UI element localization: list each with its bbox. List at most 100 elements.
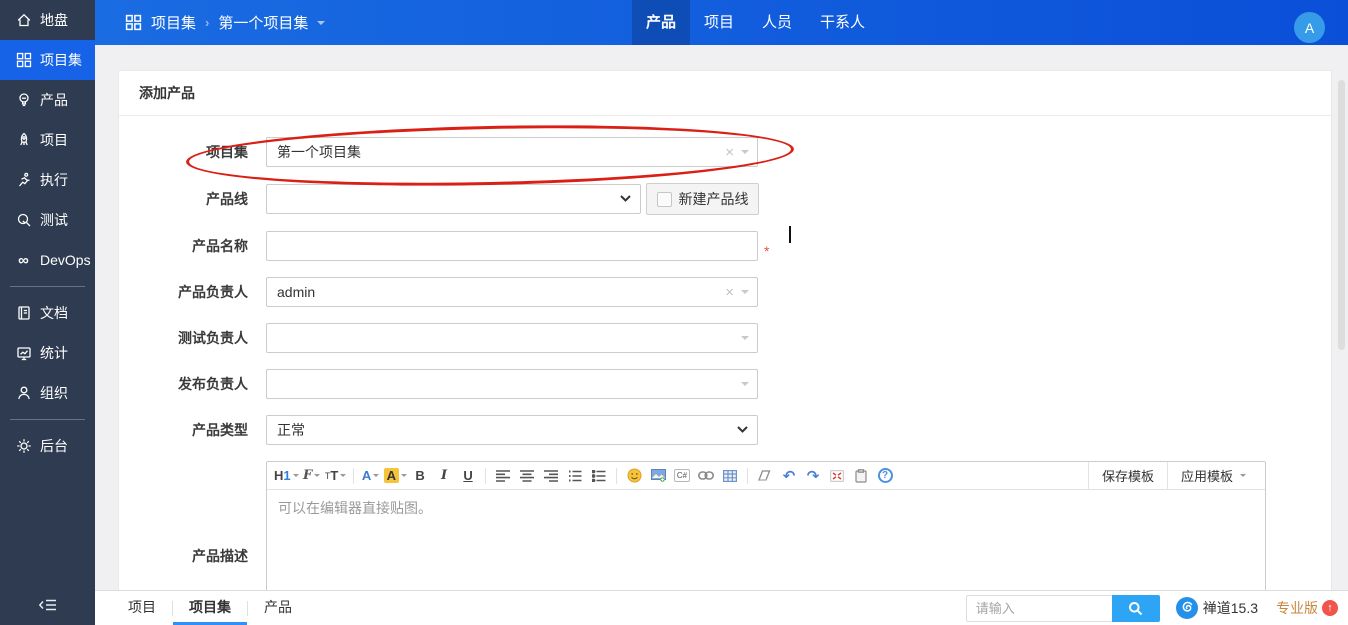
tab-product[interactable]: 产品 xyxy=(632,0,690,45)
chevron-down-icon[interactable] xyxy=(741,382,749,390)
sidebar-item-org[interactable]: 组织 xyxy=(0,373,95,413)
sidebar-item-project[interactable]: 项目 xyxy=(0,120,95,160)
chevron-down-icon[interactable] xyxy=(741,290,749,298)
apply-template-button[interactable]: 应用模板 xyxy=(1167,462,1259,490)
editor-content[interactable]: 可以在编辑器直接贴图。 xyxy=(267,490,1265,590)
insert-code-icon[interactable]: C# xyxy=(671,465,693,487)
sidebar-item-devops[interactable]: ∞ DevOps xyxy=(0,240,95,280)
footer-tab-project[interactable]: 项目 xyxy=(112,591,172,625)
remove-format-icon[interactable] xyxy=(754,465,776,487)
chevron-down-icon xyxy=(401,474,407,480)
chevron-down-icon[interactable] xyxy=(317,21,325,29)
sidebar-item-label: 统计 xyxy=(40,343,68,363)
emoji-icon[interactable] xyxy=(623,465,645,487)
sidebar-item-report[interactable]: 统计 xyxy=(0,333,95,373)
help-icon[interactable]: ? xyxy=(874,465,896,487)
undo-icon[interactable]: ↶ xyxy=(778,465,800,487)
sidebar: 地盘 项目集 产品 项目 执行 测试 ∞ DevOps xyxy=(0,0,95,625)
paste-icon[interactable] xyxy=(850,465,872,487)
insert-table-icon[interactable] xyxy=(719,465,741,487)
po-picker[interactable]: admin × xyxy=(266,277,758,307)
product-type-value: 正常 xyxy=(277,420,305,440)
align-center-icon[interactable] xyxy=(516,465,538,487)
product-type-select[interactable]: 正常 xyxy=(266,415,758,445)
clear-icon[interactable]: × xyxy=(725,145,734,160)
infinity-icon: ∞ xyxy=(15,252,32,269)
form-row-qd: 测试负责人 xyxy=(119,323,1331,353)
field-label: 产品名称 xyxy=(119,236,266,256)
breadcrumb: 项目集 › 第一个项目集 xyxy=(125,0,325,45)
chevron-down-icon[interactable] xyxy=(741,150,749,158)
toolbar-separator xyxy=(616,468,617,484)
form-row-desc: 产品描述 H1 F TT A A B I U xyxy=(119,461,1331,591)
chevron-down-icon[interactable] xyxy=(741,336,749,344)
book-icon xyxy=(15,305,32,322)
sidebar-item-admin[interactable]: 后台 xyxy=(0,426,95,466)
product-name-input[interactable] xyxy=(266,231,758,261)
form-row-program: 项目集 第一个项目集 × xyxy=(119,137,1331,167)
sidebar-item-doc[interactable]: 文档 xyxy=(0,293,95,333)
gear-icon xyxy=(15,438,32,455)
sidebar-collapse-button[interactable] xyxy=(0,591,95,619)
tab-stakeholder[interactable]: 干系人 xyxy=(806,0,879,45)
redo-icon[interactable]: ↷ xyxy=(802,465,824,487)
unordered-list-icon[interactable] xyxy=(588,465,610,487)
sidebar-item-program[interactable]: 项目集 xyxy=(0,40,95,80)
sidebar-item-dashboard[interactable]: 地盘 xyxy=(0,0,95,40)
brand[interactable]: 禅道15.3 xyxy=(1176,597,1258,619)
required-asterisk: * xyxy=(764,243,769,259)
sidebar-item-product[interactable]: 产品 xyxy=(0,80,95,120)
program-picker[interactable]: 第一个项目集 × xyxy=(266,137,758,167)
align-right-icon[interactable] xyxy=(540,465,562,487)
font-size-button[interactable]: TT xyxy=(325,465,347,487)
chevron-down-icon xyxy=(340,474,346,480)
ordered-list-icon[interactable] xyxy=(564,465,586,487)
font-family-button[interactable]: F xyxy=(301,465,323,487)
sidebar-item-label: DevOps xyxy=(40,252,91,268)
sidebar-item-label: 后台 xyxy=(40,436,68,456)
person-icon xyxy=(15,385,32,402)
edition-label[interactable]: 专业版 xyxy=(1276,598,1318,618)
save-template-button[interactable]: 保存模板 xyxy=(1088,462,1167,490)
avatar[interactable]: A xyxy=(1294,12,1325,43)
heading-button[interactable]: H1 xyxy=(274,465,299,487)
sidebar-item-label: 组织 xyxy=(40,383,68,403)
scrollbar-thumb[interactable] xyxy=(1338,80,1345,350)
footer-tab-program[interactable]: 项目集 xyxy=(173,591,247,625)
sidebar-item-execution[interactable]: 执行 xyxy=(0,160,95,200)
search-button[interactable] xyxy=(1112,595,1160,622)
chart-icon xyxy=(15,345,32,362)
new-line-addon[interactable]: 新建产品线 xyxy=(646,183,759,215)
sidebar-item-label: 测试 xyxy=(40,210,68,230)
breadcrumb-separator: › xyxy=(205,15,209,30)
sidebar-item-label: 地盘 xyxy=(40,10,68,30)
tab-project[interactable]: 项目 xyxy=(690,0,748,45)
align-left-icon[interactable] xyxy=(492,465,514,487)
fullscreen-icon[interactable] xyxy=(826,465,848,487)
upgrade-icon[interactable]: ↑ xyxy=(1322,600,1338,616)
text-cursor xyxy=(789,226,791,243)
breadcrumb-current[interactable]: 第一个项目集 xyxy=(218,12,308,33)
bold-button[interactable]: B xyxy=(409,465,431,487)
breadcrumb-root[interactable]: 项目集 xyxy=(151,12,196,33)
highlight-color-button[interactable]: A xyxy=(384,465,407,487)
insert-image-icon[interactable] xyxy=(647,465,669,487)
sidebar-item-qa[interactable]: 测试 xyxy=(0,200,95,240)
editor-toolbar: H1 F TT A A B I U xyxy=(267,462,1265,490)
qd-picker[interactable] xyxy=(266,323,758,353)
insert-link-icon[interactable] xyxy=(695,465,717,487)
footer-tab-product[interactable]: 产品 xyxy=(248,591,308,625)
product-line-select[interactable] xyxy=(266,184,641,214)
text-color-button[interactable]: A xyxy=(360,465,382,487)
underline-button[interactable]: U xyxy=(457,465,479,487)
rocket-icon xyxy=(15,132,32,149)
search-input[interactable] xyxy=(966,595,1112,622)
new-line-checkbox[interactable] xyxy=(657,192,672,207)
italic-button[interactable]: I xyxy=(433,465,455,487)
rd-picker[interactable] xyxy=(266,369,758,399)
po-picker-value: admin xyxy=(277,284,315,300)
search-icon xyxy=(1128,601,1143,616)
chevron-down-icon xyxy=(373,474,379,480)
tab-staff[interactable]: 人员 xyxy=(748,0,806,45)
clear-icon[interactable]: × xyxy=(725,285,734,300)
